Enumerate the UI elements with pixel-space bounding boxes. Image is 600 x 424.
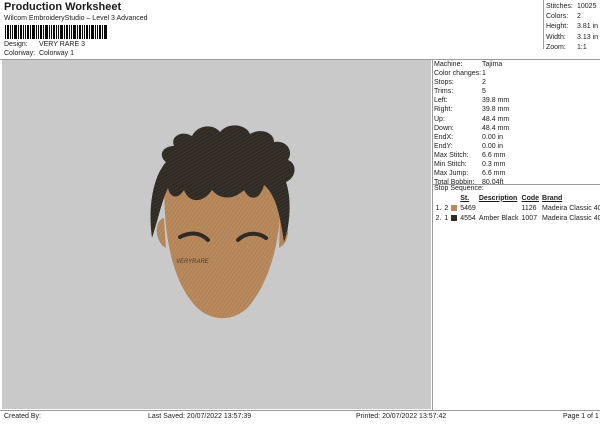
design-name-row: Design: VERY RARE 3 <box>4 41 85 48</box>
stat-colors: Colors: 2 <box>546 13 581 21</box>
face-signature: VERYRARE <box>176 259 210 265</box>
design-preview: VERYRARE <box>2 60 431 409</box>
header-brand: Brand <box>542 194 563 202</box>
table-row: 1. 2 5469 1126 Madeira Classic 40 <box>435 204 600 212</box>
barcode <box>4 25 109 39</box>
embroidery-face-artwork: VERYRARE <box>150 125 295 319</box>
stat-height: Height: 3.81 in <box>546 23 599 31</box>
stat-width: Width: 3.13 in <box>546 33 599 41</box>
table-row: 2. 1 4554 Amber Black 1007 Madeira Class… <box>435 214 600 222</box>
last-saved: Last Saved: 20/07/2022 13:57:39 <box>148 413 252 420</box>
left-ear <box>156 218 166 248</box>
page-number: Page 1 of 1 <box>563 413 599 420</box>
stats-panel: Stitches: 10025 Colors: 2 Height: 3.81 in W… <box>546 2 598 53</box>
footer-divider <box>0 410 600 411</box>
worksheet-title: Production Worksheet <box>4 1 122 13</box>
stat-stitches: Stitches: 10025 <box>546 3 597 10</box>
machine-info-panel: Machine: Tajima Color changes:1 Stops: 2 T… <box>434 61 510 187</box>
design-label: Design: <box>4 41 28 48</box>
stop-sequence-title: Stop Sequence: <box>434 185 484 192</box>
header-st: St. <box>460 194 470 202</box>
stat-zoom: Zoom: 1:1 <box>546 43 587 51</box>
color-swatch <box>451 204 458 211</box>
software-subtitle: Wilcom EmbroideryStudio – Level 3 Advanc… <box>4 15 148 22</box>
stats-divider <box>543 0 544 49</box>
colorway-row: Colorway: Colorway 1 <box>4 50 74 57</box>
colorway-value: Colorway 1 <box>38 50 74 57</box>
color-swatch <box>451 214 458 221</box>
printed-date: Printed: 20/07/2022 13:57:42 <box>356 413 447 420</box>
header-code: Code <box>521 194 540 202</box>
header-description: Description <box>478 194 518 202</box>
panel-divider <box>432 60 433 410</box>
design-value: VERY RARE 3 <box>38 41 85 48</box>
created-by: Created By: <box>4 413 41 420</box>
stop-sequence-table: St. Description Code Brand 1. 2 5469 112… <box>434 193 600 223</box>
colorway-label: Colorway: <box>4 50 36 57</box>
stop-sequence-header-row: St. Description Code Brand <box>434 193 600 203</box>
